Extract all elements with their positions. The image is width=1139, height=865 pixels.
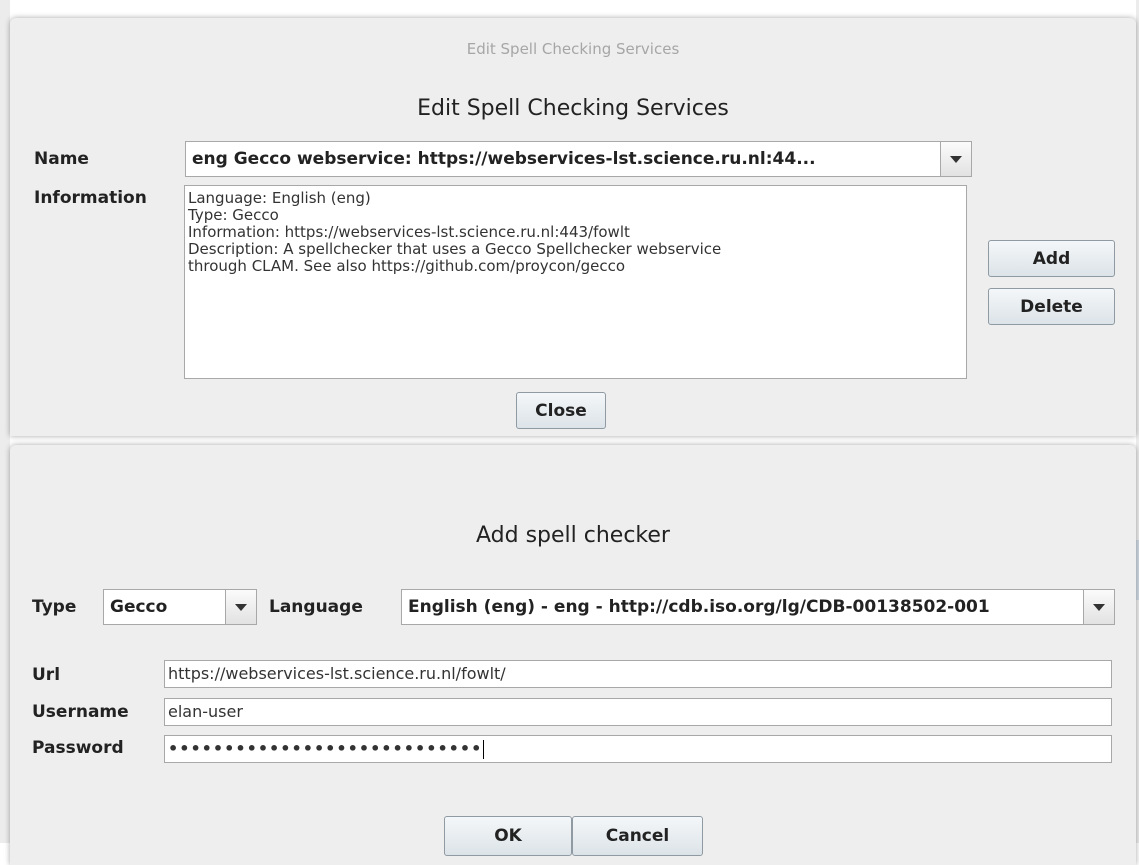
add-button[interactable]: Add <box>988 240 1115 277</box>
chevron-down-icon[interactable] <box>940 142 971 176</box>
dialog-heading: Edit Spell Checking Services <box>417 96 729 121</box>
language-label: Language <box>269 597 363 617</box>
text-caret <box>483 740 485 759</box>
ok-button[interactable]: OK <box>444 816 572 856</box>
username-input[interactable]: elan-user <box>164 698 1112 726</box>
information-label: Information <box>34 188 147 208</box>
language-select-value: English (eng) - eng - http://cdb.iso.org… <box>408 597 990 617</box>
information-line: Description: A spellchecker that uses a … <box>188 240 722 258</box>
information-line: Type: Gecco <box>188 206 279 224</box>
username-label: Username <box>32 702 129 722</box>
information-line: Information: https://webservices-lst.sci… <box>188 223 630 241</box>
close-button[interactable]: Close <box>516 392 606 429</box>
dialog-heading: Add spell checker <box>476 523 670 548</box>
name-select[interactable]: eng Gecco webservice: https://webservice… <box>185 141 972 177</box>
cancel-button[interactable]: Cancel <box>572 816 703 856</box>
window-title: Edit Spell Checking Services <box>466 40 680 58</box>
name-label: Name <box>34 149 89 169</box>
information-line: through CLAM. See also https://github.co… <box>188 257 626 275</box>
password-input[interactable]: •••••••••••••••••••••••••••• <box>164 735 1112 763</box>
url-input[interactable]: https://webservices-lst.science.ru.nl/fo… <box>164 660 1112 688</box>
delete-button[interactable]: Delete <box>988 288 1115 325</box>
name-select-value: eng Gecco webservice: https://webservice… <box>192 149 816 169</box>
url-label: Url <box>32 665 61 685</box>
information-line: Language: English (eng) <box>188 189 371 207</box>
information-textarea[interactable]: Language: English (eng) Type: Gecco Info… <box>184 185 967 379</box>
chevron-down-icon[interactable] <box>1083 590 1114 624</box>
chevron-down-icon[interactable] <box>225 590 256 624</box>
edit-spell-checking-services-dialog: Edit Spell Checking Services Edit Spell … <box>10 18 1136 436</box>
password-label: Password <box>32 738 124 758</box>
add-spell-checker-dialog: Add spell checker Type Gecco Language En… <box>10 445 1136 865</box>
password-value: •••••••••••••••••••••••••••• <box>168 739 483 758</box>
type-select-value: Gecco <box>110 597 168 617</box>
language-select[interactable]: English (eng) - eng - http://cdb.iso.org… <box>401 589 1115 625</box>
type-select[interactable]: Gecco <box>103 589 257 625</box>
background-window-edge <box>0 0 10 843</box>
type-label: Type <box>32 597 77 617</box>
